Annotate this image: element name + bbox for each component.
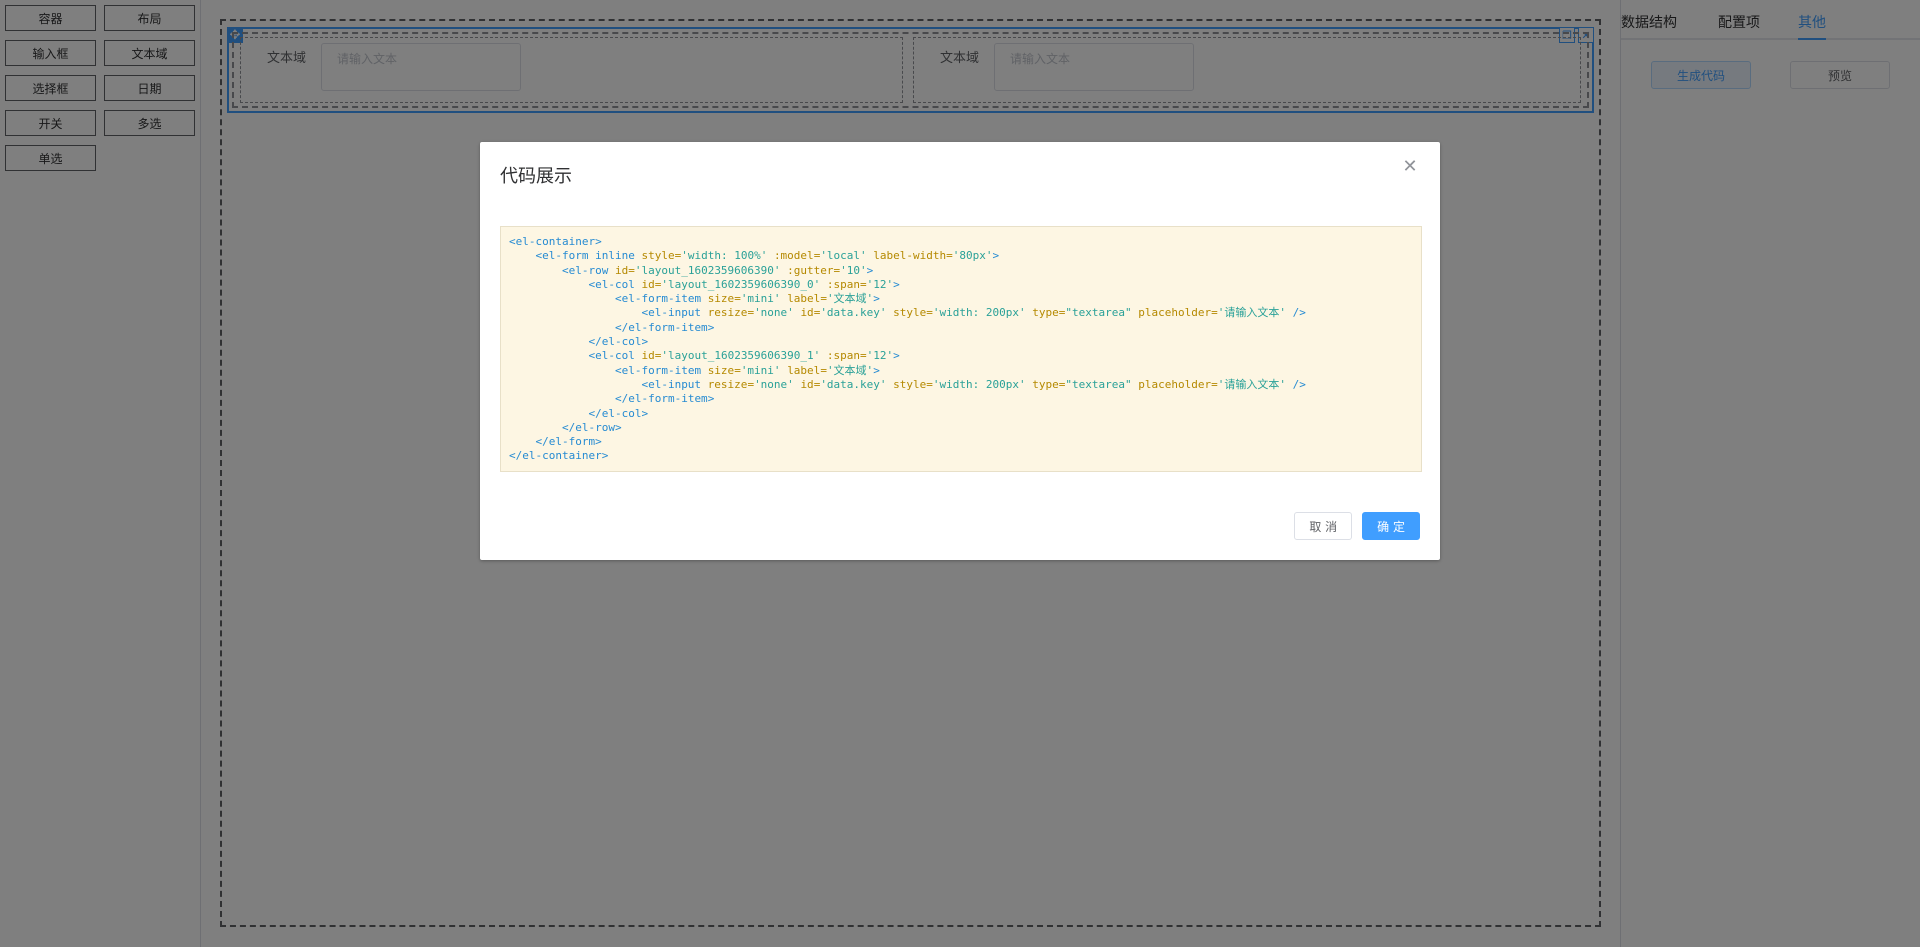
code-line: <el-container>	[509, 235, 602, 248]
code-line: </el-container>	[509, 449, 609, 463]
code-block: <el-container> <el-form inline style='wi…	[500, 226, 1422, 472]
code-line: <el-input resize='none' id='data.key' st…	[641, 306, 1306, 320]
code-line: <el-form-item size='mini' label='文本域'>	[614, 363, 880, 377]
confirm-button[interactable]: 确 定	[1362, 512, 1420, 540]
dialog-title: 代码展示	[500, 166, 572, 187]
code-line: </el-form-item>	[614, 320, 715, 334]
code-line: </el-row>	[561, 420, 622, 434]
code-line: </el-form-item>	[614, 392, 715, 406]
cancel-button[interactable]: 取 消	[1294, 512, 1353, 540]
code-line: <el-form-item size='mini' label='文本域'>	[614, 292, 880, 306]
code-dialog: 代码展示 ✕ <el-container> <el-form inline st…	[480, 142, 1440, 560]
code-line: </el-col>	[588, 335, 649, 349]
dialog-footer: 取 消 确 定	[1294, 512, 1420, 540]
code-line: </el-col>	[588, 406, 649, 420]
code-line: <el-row id='layout_1602359606390' :gutte…	[561, 263, 874, 277]
code-line: <el-form inline style='width: 100%' :mod…	[535, 249, 1000, 263]
code-line: <el-input resize='none' id='data.key' st…	[641, 377, 1306, 391]
close-icon[interactable]: ✕	[1402, 158, 1418, 176]
code-line: <el-col id='layout_1602359606390_1' :spa…	[588, 349, 900, 363]
code-line: <el-col id='layout_1602359606390_0' :spa…	[588, 277, 900, 291]
code-line: </el-form>	[535, 435, 602, 449]
